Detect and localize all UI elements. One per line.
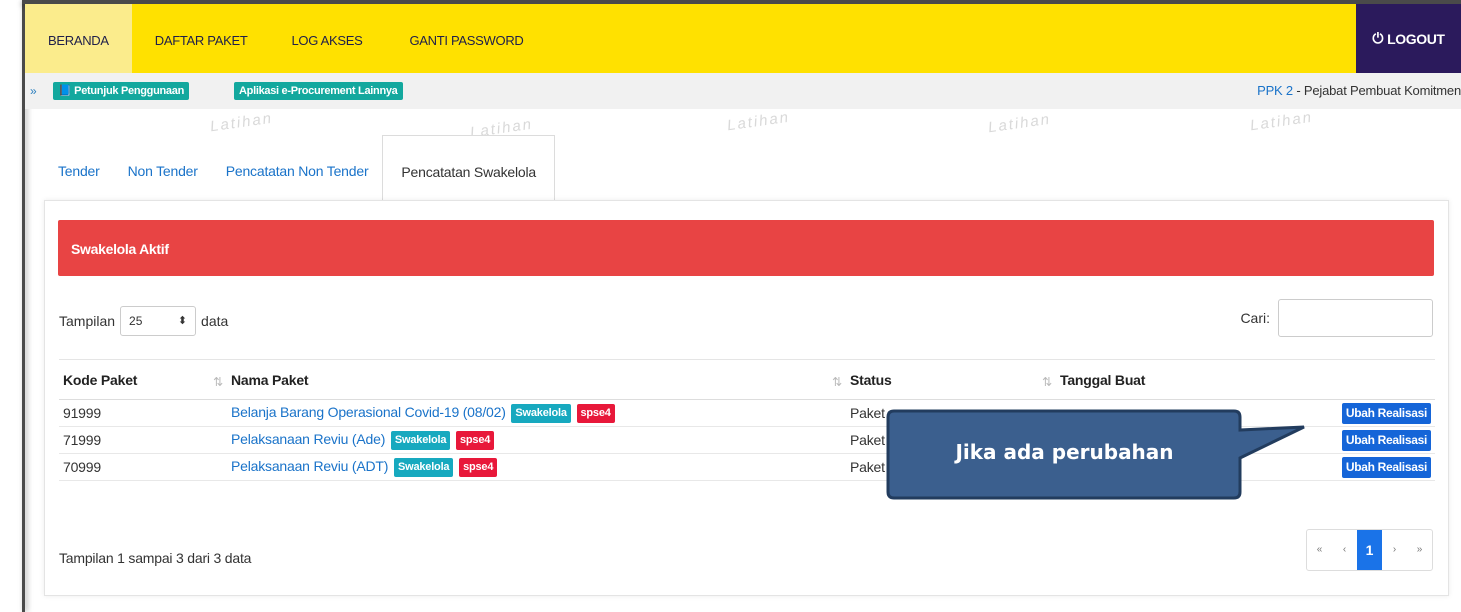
cell-nama: Belanja Barang Operasional Covid-19 (08/… [227,399,846,427]
annotation-callout: Jika ada perubahan [886,408,1305,500]
sort-icon: ⇅ [832,375,842,389]
paket-link[interactable]: Belanja Barang Operasional Covid-19 (08/… [231,404,506,420]
cell-nama: Pelaksanaan Reviu (ADT) Swakelola spse4 [227,453,846,481]
cell-kode: 91999 [59,399,227,427]
watermark: Latihan [726,108,792,135]
tag-spse: spse4 [459,457,498,477]
ubah-realisasi-button[interactable]: Ubah Realisasi [1341,456,1431,478]
watermark: Latihan [209,109,275,136]
tab-non-tender[interactable]: Non Tender [114,135,212,201]
cell-kode: 70999 [59,453,227,481]
table-info: Tampilan 1 sampai 3 dari 3 data [59,550,252,566]
top-navbar: BERANDA DAFTAR PAKET LOG AKSES GANTI PAS… [25,4,1461,73]
tag-spse: spse4 [576,403,615,423]
help-label: Petunjuk Penggunaan [74,85,184,97]
ubah-realisasi-button[interactable]: Ubah Realisasi [1341,429,1431,451]
tag-swakelola: Swakelola [511,403,571,423]
tab-pencatatan-non-tender[interactable]: Pencatatan Non Tender [212,135,383,201]
nav-log-akses[interactable]: LOG AKSES [273,4,387,73]
col-kode-paket[interactable]: Kode Paket ⇅ [59,359,227,400]
page-last-button[interactable]: » [1407,530,1432,570]
callout-text: Jika ada perubahan [955,440,1174,464]
role-text: - Pejabat Pembuat Komitmen [1292,83,1461,98]
tag-swakelola: Swakelola [393,457,454,477]
ubah-realisasi-button[interactable]: Ubah Realisasi [1341,402,1431,424]
cell-kode: 71999 [59,426,227,454]
paket-link[interactable]: Pelaksanaan Reviu (Ade) [231,431,385,447]
sort-icon: ⇅ [1042,375,1052,389]
col-tanggal-buat[interactable]: Tanggal Buat [1056,359,1435,400]
role-link[interactable]: PPK 2 [1257,83,1293,98]
logout-button[interactable]: ⏻ LOGOUT [1356,4,1461,73]
logout-label: LOGOUT [1387,30,1445,47]
nav-beranda[interactable]: BERANDA [25,4,132,73]
page-length-control: Tampilan 25 ⬍ data [59,306,228,336]
watermark: Latihan [987,110,1053,137]
power-icon: ⏻ [1372,30,1384,46]
length-suffix: data [201,313,229,329]
other-apps-button[interactable]: Aplikasi e-Procurement Lainnya [234,82,403,100]
col-status[interactable]: Status ⇅ [846,359,1056,400]
pagination: « ‹ 1 › » [1306,529,1433,571]
watermark: Latihan [1249,108,1315,135]
col-nama-paket[interactable]: Nama Paket ⇅ [227,359,846,400]
nav-ganti-password[interactable]: GANTI PASSWORD [387,4,545,73]
length-prefix: Tampilan [59,313,116,329]
page-length-value: 25 [129,314,143,328]
table-search: Cari: [1240,299,1433,337]
page-first-button[interactable]: « [1307,530,1332,570]
tab-bar: Tender Non Tender Pencatatan Non Tender … [44,135,555,201]
swakelola-panel: Swakelola Aktif Tampilan 25 ⬍ data Cari:… [44,200,1449,596]
tab-pencatatan-swakelola[interactable]: Pencatatan Swakelola [382,135,555,201]
page-current-button[interactable]: 1 [1357,530,1382,570]
page-next-button[interactable]: › [1382,530,1407,570]
tag-swakelola: Swakelola [390,430,451,450]
table-header-row: Kode Paket ⇅ Nama Paket ⇅ Status ⇅ Tanggal … [59,359,1435,400]
tag-spse: spse4 [455,430,495,450]
nav-daftar-paket[interactable]: DAFTAR PAKET [132,4,274,73]
paket-link[interactable]: Pelaksanaan Reviu (ADT) [231,458,388,474]
page-length-select[interactable]: 25 ⬍ [120,306,197,336]
page-prev-button[interactable]: ‹ [1332,530,1357,570]
help-button[interactable]: 📘 Petunjuk Penggunaan [53,82,189,100]
collapse-chevron-icon[interactable]: » [30,84,37,98]
user-role: PPK 2 - Pejabat Pembuat Komitmen [1257,83,1461,98]
cell-nama: Pelaksanaan Reviu (Ade) Swakelola spse4 [227,426,846,454]
search-label: Cari: [1240,310,1270,326]
sub-toolbar: » 📘 Petunjuk Penggunaan Aplikasi e-Procu… [25,73,1461,109]
select-arrows-icon: ⬍ [177,315,188,327]
search-input[interactable] [1278,299,1433,337]
sort-icon: ⇅ [213,375,223,389]
panel-title: Swakelola Aktif [58,220,1434,276]
main-menu: BERANDA DAFTAR PAKET LOG AKSES GANTI PAS… [25,4,546,73]
tab-tender[interactable]: Tender [44,135,114,201]
book-icon: 📘 [58,85,72,97]
